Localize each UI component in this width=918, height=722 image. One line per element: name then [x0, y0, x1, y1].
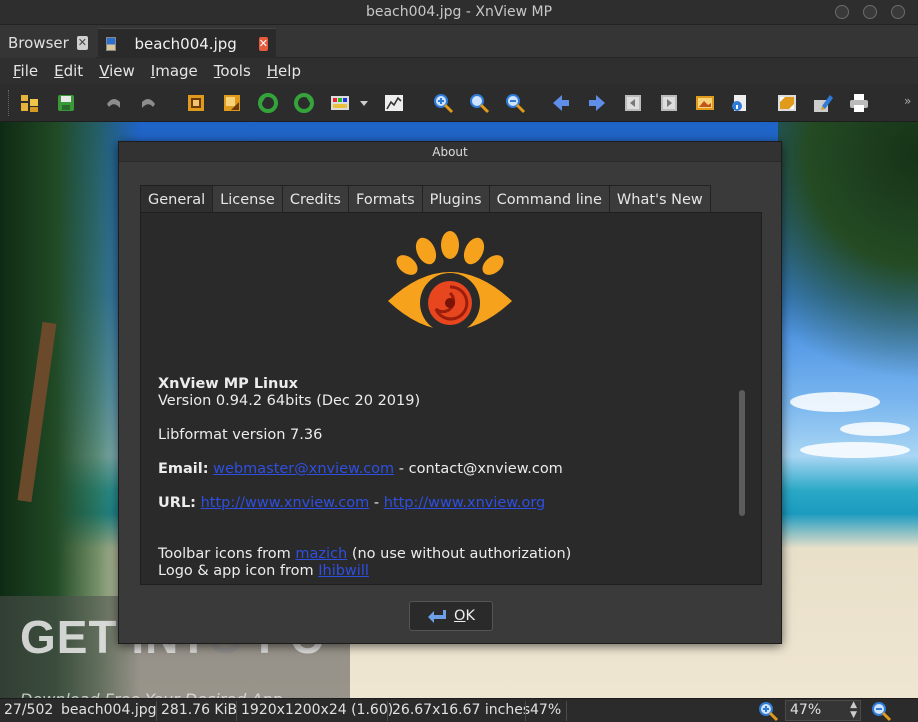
zoom-fit-icon[interactable] [468, 92, 490, 114]
toolbar-credit-line: Toolbar icons from mazich (no use withou… [158, 546, 572, 562]
dialog-title: About [119, 142, 781, 162]
previous-icon[interactable] [550, 92, 572, 114]
enter-arrow-icon [428, 610, 447, 623]
last-page-icon[interactable] [658, 92, 680, 114]
zoom-value: 47% [790, 702, 822, 718]
close-window-button[interactable] [891, 5, 905, 19]
version-text: Version 0.94.2 64bits (Dec 20 2019) [158, 393, 421, 409]
dropdown-arrow-icon[interactable] [357, 92, 371, 114]
adjust-colors-icon[interactable] [329, 92, 351, 114]
maximize-button[interactable] [863, 5, 877, 19]
tab-label: Browser [8, 34, 69, 52]
close-icon[interactable]: ✕ [258, 36, 268, 51]
url-link-org[interactable]: http://www.xnview.org [384, 495, 546, 511]
histogram-icon[interactable] [383, 92, 405, 114]
contact-email: contact@xnview.com [408, 461, 563, 477]
tab-browser[interactable]: Browser ✕ [0, 28, 96, 58]
fullscreen-icon[interactable] [776, 92, 798, 114]
tab-bar: Browser ✕ beach004.jpg ✕ [0, 25, 918, 58]
product-name: XnView MP Linux [158, 376, 299, 392]
tab-label: beach004.jpg [134, 34, 237, 53]
status-filesize: 281.76 KiB [161, 702, 238, 718]
toolbar-credit-link[interactable]: mazich [295, 546, 347, 562]
tab-command-line[interactable]: Command line [488, 185, 610, 213]
title-bar: beach004.jpg - XnView MP [0, 0, 918, 25]
libformat-text: Libformat version 7.36 [158, 427, 323, 443]
zoom-in-icon[interactable] [432, 92, 454, 114]
logo-credit-line: Logo & app icon from Ihibwill [158, 563, 369, 579]
zoom-spinbox[interactable]: 47% ▲ ▼ [785, 700, 861, 721]
minimize-button[interactable] [835, 5, 849, 19]
toolbar-grip [8, 90, 11, 116]
about-dialog: About General License Credits Formats Pl… [118, 141, 782, 644]
zoom-out-icon[interactable] [870, 700, 892, 722]
window-title: beach004.jpg - XnView MP [365, 4, 553, 20]
info-icon[interactable] [728, 92, 750, 114]
open-folder-icon[interactable] [18, 92, 40, 114]
tab-license[interactable]: License [212, 185, 283, 213]
print-icon[interactable] [848, 92, 870, 114]
menu-file[interactable]: File [5, 62, 46, 80]
tab-credits[interactable]: Credits [281, 185, 349, 213]
spin-arrows-icon[interactable]: ▲ ▼ [850, 700, 857, 720]
crop-icon[interactable] [185, 92, 207, 114]
zoom-in-icon[interactable] [757, 700, 779, 722]
edit-icon[interactable] [812, 92, 834, 114]
email-line: Email: webmaster@xnview.com - contact@xn… [158, 461, 563, 477]
status-inches: 26.67x16.67 inches [392, 702, 531, 718]
email-link[interactable]: webmaster@xnview.com [213, 461, 394, 477]
close-icon[interactable]: ✕ [76, 36, 88, 50]
image-thumbnail-icon [106, 36, 117, 51]
ok-button[interactable]: OK [409, 601, 493, 631]
tab-formats[interactable]: Formats [348, 185, 423, 213]
first-page-icon[interactable] [622, 92, 644, 114]
tab-general[interactable]: General [140, 185, 214, 214]
next-icon[interactable] [586, 92, 608, 114]
undo-icon[interactable] [102, 92, 124, 114]
rotate-right-icon[interactable] [293, 92, 315, 114]
logo-credit-link[interactable]: Ihibwill [318, 563, 369, 579]
menu-view[interactable]: View [91, 62, 143, 80]
scrollbar-thumb[interactable] [739, 390, 745, 516]
general-panel: XnView MP Linux Version 0.94.2 64bits (D… [140, 212, 762, 585]
status-index: 27/502 [4, 702, 54, 718]
redo-icon[interactable] [138, 92, 160, 114]
ok-label: OK [454, 608, 475, 624]
rotate-left-icon[interactable] [257, 92, 279, 114]
url-link-com[interactable]: http://www.xnview.com [201, 495, 370, 511]
menu-edit[interactable]: Edit [46, 62, 91, 80]
status-bar: 27/502 beach004.jpg 281.76 KiB 1920x1200… [0, 698, 918, 722]
about-text: XnView MP Linux Version 0.94.2 64bits (D… [158, 376, 738, 580]
xnview-logo-icon [388, 231, 512, 333]
tab-image[interactable]: beach004.jpg ✕ [98, 28, 276, 58]
status-filename: beach004.jpg [61, 702, 157, 718]
zoom-out-icon[interactable] [504, 92, 526, 114]
tab-plugins[interactable]: Plugins [421, 185, 490, 213]
toolbar-overflow-icon[interactable]: » [904, 94, 911, 108]
status-dimensions: 1920x1200x24 (1.60) [241, 702, 394, 718]
save-icon[interactable] [55, 92, 77, 114]
menu-image[interactable]: Image [143, 62, 206, 80]
menu-tools[interactable]: Tools [206, 62, 259, 80]
status-zoom: 47% [530, 702, 562, 718]
url-line: URL: http://www.xnview.com - http://www.… [158, 495, 546, 511]
toolbar: » [0, 84, 918, 122]
dialog-tabs: General License Credits Formats Plugins … [140, 185, 711, 214]
slideshow-icon[interactable] [694, 92, 716, 114]
tab-whats-new[interactable]: What's New [608, 185, 711, 213]
menu-bar: File Edit View Image Tools Help [0, 58, 918, 84]
resize-icon[interactable] [221, 92, 243, 114]
menu-help[interactable]: Help [259, 62, 309, 80]
palm-tree-right [778, 122, 918, 442]
